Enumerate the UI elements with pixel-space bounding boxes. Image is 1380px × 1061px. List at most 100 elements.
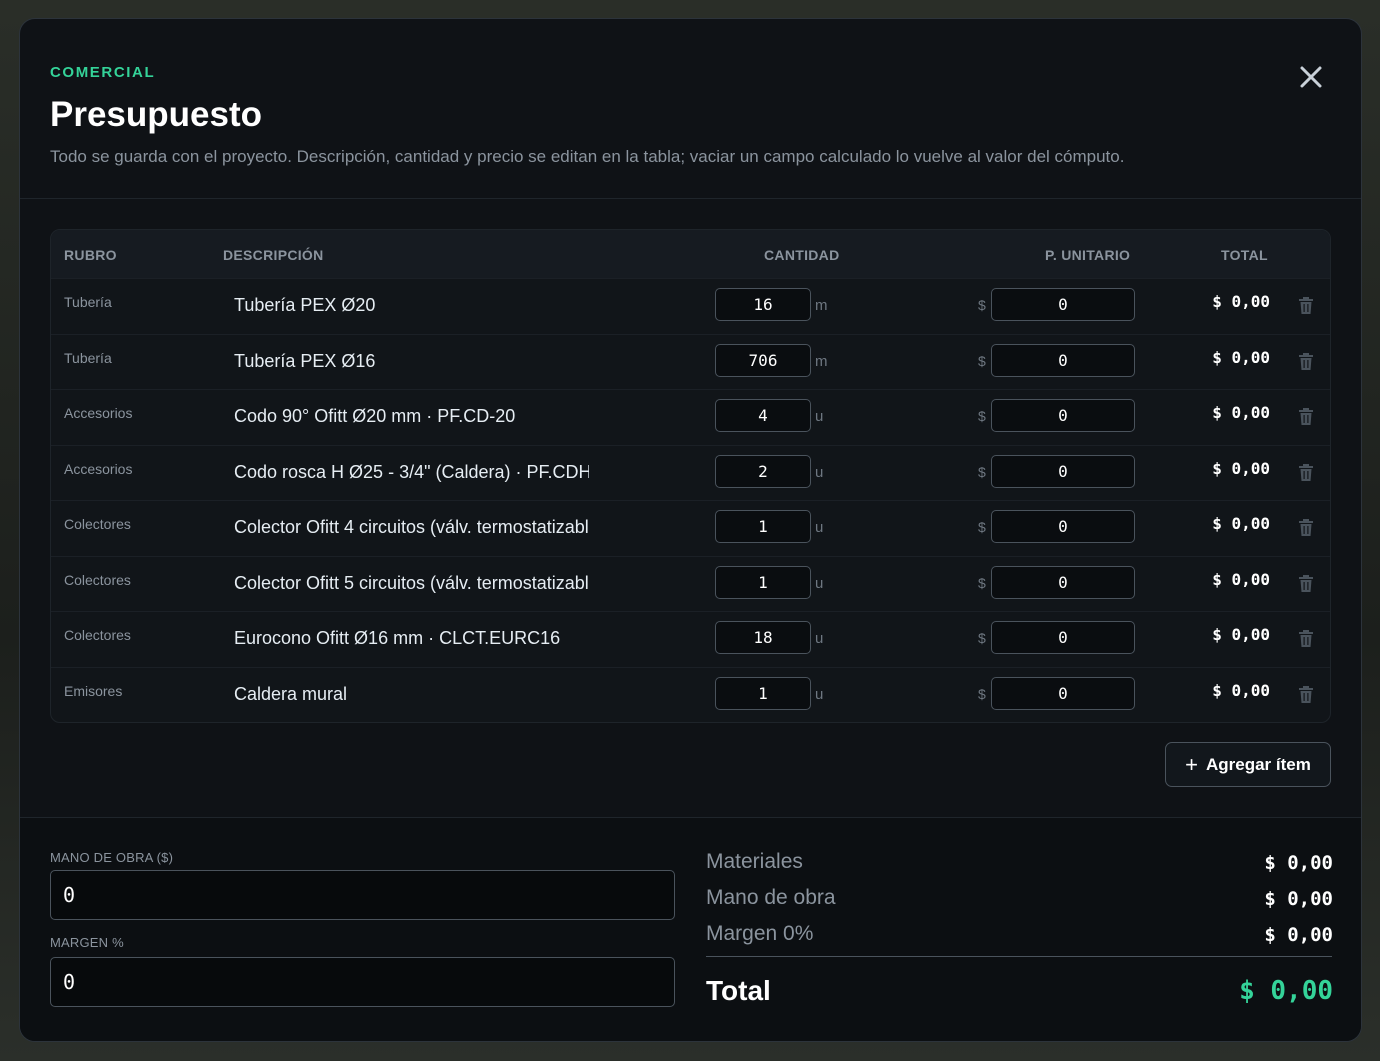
quantity-input[interactable] [715, 565, 811, 599]
currency-symbol: $ [978, 519, 986, 535]
quantity-input[interactable] [715, 288, 811, 321]
row-description[interactable]: Codo 90° Ofitt Ø20 mm · PF.CD-20 [234, 406, 589, 427]
budget-modal: COMERCIAL Presupuesto Todo se guarda con… [19, 18, 1362, 1042]
currency-symbol: $ [978, 685, 986, 702]
row-description[interactable]: Codo rosca H Ø25 - 3/4" (Caldera) · PF.C… [234, 462, 589, 483]
delete-row-button[interactable] [1298, 352, 1314, 371]
close-button[interactable] [1297, 63, 1325, 91]
row-description[interactable]: Tubería PEX Ø20 [234, 295, 589, 316]
add-item-label: Agregar ítem [1205, 754, 1311, 774]
table-row: Emisores Caldera mural u $ $ 0,00 [51, 666, 1330, 723]
row-rubro: Accesorios [64, 405, 133, 421]
row-description[interactable]: Eurocono Ofitt Ø16 mm · CLCT.EURC16 [234, 628, 589, 649]
row-unit: u [815, 463, 824, 481]
add-item-button[interactable]: + Agregar ítem [1165, 742, 1331, 787]
trash-icon [1299, 685, 1313, 703]
quantity-input[interactable] [715, 343, 811, 377]
page-subtitle: Todo se guarda con el proyecto. Descripc… [50, 147, 1125, 166]
unit-price-input[interactable] [991, 399, 1135, 432]
table-row: Colectores Colector Ofitt 4 circuitos (vá… [51, 500, 1330, 556]
trash-icon [1299, 352, 1313, 370]
column-header-total: TOTAL [1221, 247, 1268, 263]
row-rubro: Accesorios [64, 460, 133, 477]
quantity-input[interactable] [715, 454, 811, 488]
section-eyebrow: COMERCIAL [50, 64, 156, 81]
unit-price-input[interactable] [991, 565, 1135, 599]
row-rubro: Colectores [64, 571, 131, 588]
summary-margin-value: $ 0,00 [1264, 924, 1333, 946]
delete-row-button[interactable] [1298, 685, 1314, 704]
delete-row-button[interactable] [1298, 519, 1314, 537]
delete-row-button[interactable] [1298, 574, 1314, 593]
column-header-cantidad: CANTIDAD [764, 247, 840, 263]
table-row: Accesorios Codo 90° Ofitt Ø20 mm · PF.CD-… [51, 389, 1330, 445]
table-row: Colectores Colector Ofitt 5 circuitos (vá… [51, 555, 1330, 612]
table-row: Accesorios Codo rosca H Ø25 - 3/4" (Calde… [51, 444, 1330, 501]
currency-symbol: $ [978, 408, 986, 424]
table-body: TuberíaTubería PEX Ø20m$$ 0,00TuberíaTub… [51, 278, 1330, 722]
quantity-input[interactable] [715, 621, 811, 654]
row-rubro: Tubería [64, 349, 112, 366]
table-header: RUBRO DESCRIPCIÓN CANTIDAD P. UNITARIO T… [51, 230, 1330, 278]
row-unit: m [815, 352, 828, 370]
delete-row-button[interactable] [1298, 297, 1314, 315]
summary-total-label: Total [706, 975, 771, 1006]
budget-table: RUBRO DESCRIPCIÓN CANTIDAD P. UNITARIO T… [50, 229, 1331, 723]
quantity-input[interactable] [715, 399, 811, 432]
unit-price-input[interactable] [991, 454, 1135, 488]
currency-symbol: $ [978, 574, 986, 591]
unit-price-input[interactable] [991, 510, 1135, 543]
row-description[interactable]: Colector Ofitt 5 circuitos (válv. termos… [234, 573, 589, 594]
row-total: $ 0,00 [1212, 458, 1270, 478]
unit-price-input[interactable] [991, 676, 1135, 710]
margin-label: MARGEN % [50, 935, 124, 950]
summary-materials-value: $ 0,00 [1264, 852, 1333, 874]
trash-icon [1299, 519, 1313, 536]
trash-icon [1299, 408, 1313, 425]
trash-icon [1299, 630, 1313, 647]
currency-symbol: $ [978, 630, 986, 646]
unit-price-input[interactable] [991, 288, 1135, 321]
row-description[interactable]: Tubería PEX Ø16 [234, 351, 589, 372]
summary-margin-label: Margen 0% [706, 922, 814, 945]
row-rubro: Colectores [64, 627, 131, 643]
currency-symbol: $ [978, 352, 986, 369]
margin-input[interactable] [50, 957, 675, 1007]
row-unit: u [815, 574, 824, 592]
labor-input[interactable] [50, 870, 675, 920]
close-icon [1300, 66, 1322, 88]
summary-total-value: $ 0,00 [1239, 976, 1333, 1006]
delete-row-button[interactable] [1298, 408, 1314, 426]
trash-icon [1299, 463, 1313, 481]
delete-row-button[interactable] [1298, 463, 1314, 482]
row-total: $ 0,00 [1212, 403, 1270, 422]
column-header-unitario: P. UNITARIO [1045, 247, 1131, 263]
summary-labor-label: Mano de obra [706, 886, 836, 909]
unit-price-input[interactable] [991, 621, 1135, 654]
row-description[interactable]: Colector Ofitt 4 circuitos (válv. termos… [234, 517, 589, 538]
row-total: $ 0,00 [1212, 569, 1270, 589]
table-row: Tubería Tubería PEX Ø20 m $ $ 0,00 [51, 278, 1330, 334]
column-header-rubro: RUBRO [64, 247, 117, 263]
plus-icon: + [1185, 751, 1198, 777]
unit-price-input[interactable] [991, 343, 1135, 377]
summary-materials-label: Materiales [706, 850, 803, 873]
modal-header: COMERCIAL Presupuesto Todo se guarda con… [20, 19, 1361, 199]
trash-icon [1299, 574, 1313, 592]
row-description[interactable]: Caldera mural [234, 684, 589, 705]
page-title: Presupuesto [50, 95, 262, 134]
quantity-input[interactable] [715, 510, 811, 543]
row-unit: u [815, 685, 824, 703]
delete-row-button[interactable] [1298, 630, 1314, 648]
row-total: $ 0,00 [1212, 514, 1270, 533]
budget-footer: MANO DE OBRA ($) MARGEN % Materiales $ 0… [20, 817, 1361, 1041]
table-row: Tubería Tubería PEX Ø16 m $ $ 0,00 [51, 333, 1330, 390]
row-total: $ 0,00 [1212, 347, 1270, 367]
trash-icon [1299, 297, 1313, 314]
currency-symbol: $ [978, 463, 986, 480]
row-rubro: Tubería [64, 294, 112, 310]
currency-symbol: $ [978, 297, 986, 313]
row-unit: u [815, 519, 824, 536]
summary-labor-value: $ 0,00 [1264, 888, 1333, 910]
quantity-input[interactable] [715, 676, 811, 710]
